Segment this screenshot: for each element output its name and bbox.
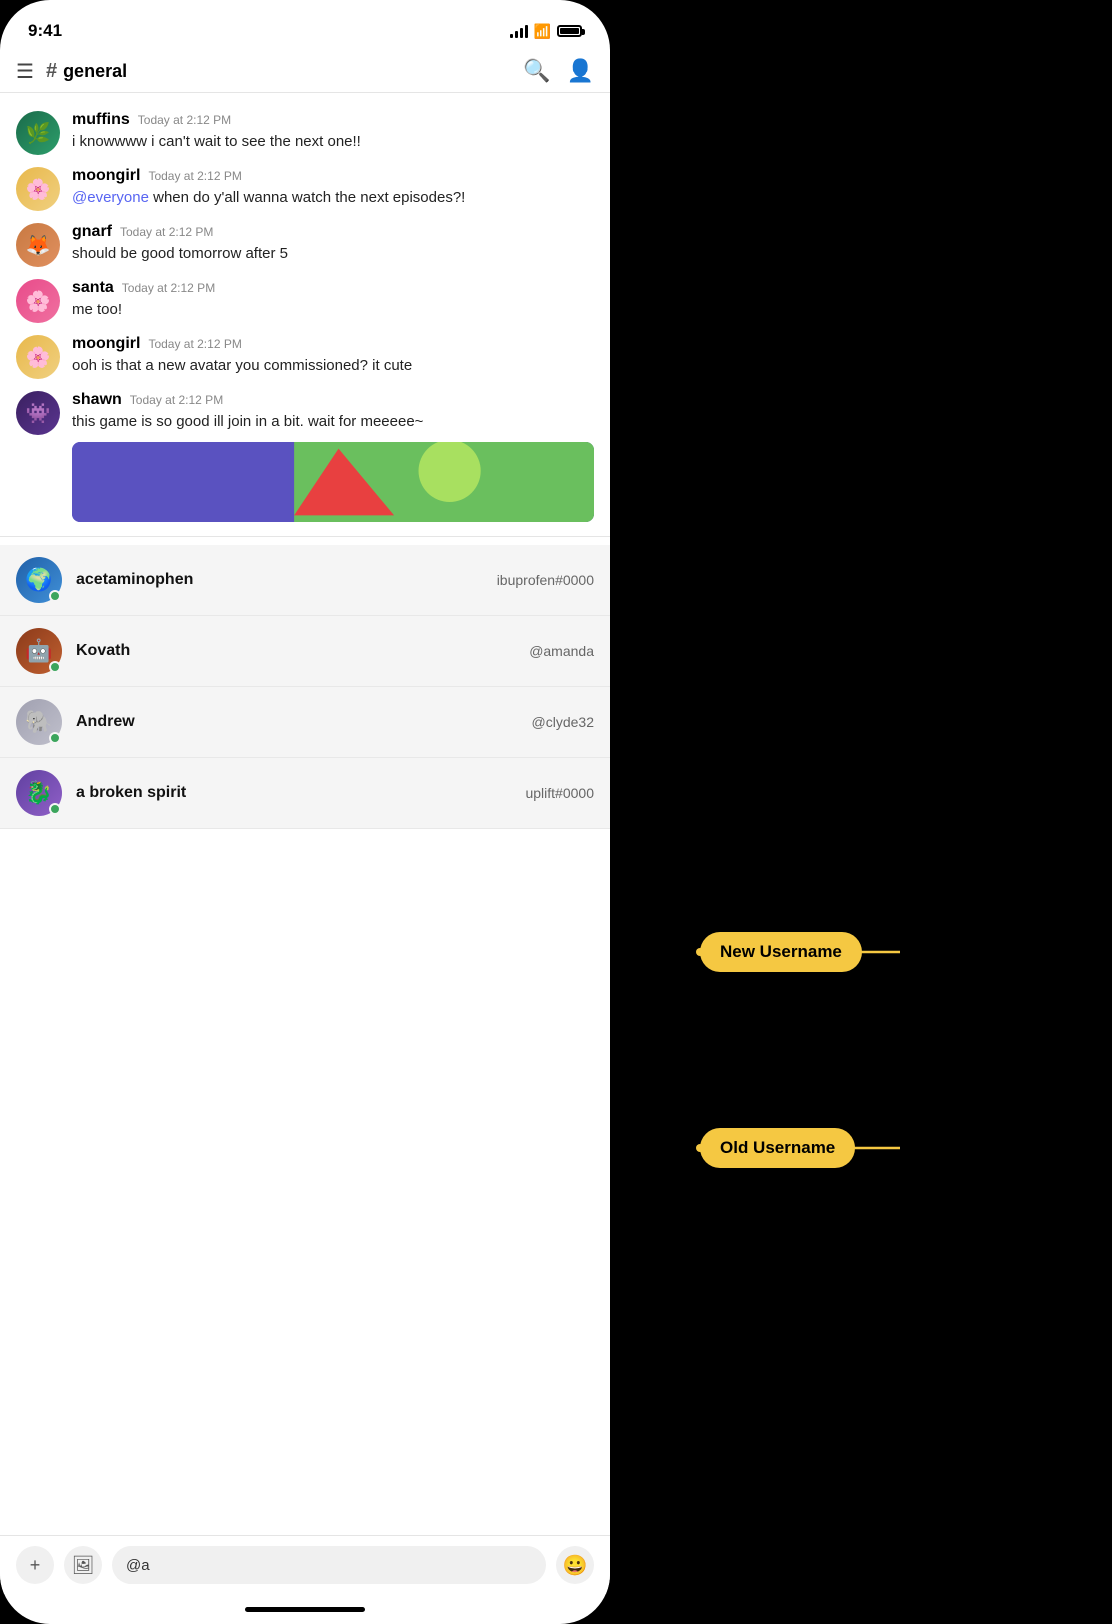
message-text: me too! <box>72 299 594 322</box>
user-avatar-container: 🌍 <box>16 557 62 603</box>
hamburger-menu-icon[interactable]: ☰ <box>16 59 34 84</box>
username: muffins <box>72 111 130 129</box>
user-display-name: acetaminophen <box>76 571 193 589</box>
hash-icon: # <box>46 60 57 83</box>
username: moongirl <box>72 335 140 353</box>
chat-area: 🌿 muffins Today at 2:12 PM i knowwww i c… <box>0 93 610 1535</box>
message-row: 🌿 muffins Today at 2:12 PM i knowwww i c… <box>0 105 610 161</box>
timestamp: Today at 2:12 PM <box>138 113 231 127</box>
message-content: moongirl Today at 2:12 PM @everyone when… <box>72 167 594 210</box>
input-placeholder: @a <box>126 1557 150 1574</box>
message-row: 🌸 moongirl Today at 2:12 PM @everyone wh… <box>0 161 610 217</box>
message-row: 👾 shawn Today at 2:12 PM this game is so… <box>0 385 610 528</box>
channel-name: general <box>63 61 127 82</box>
message-text: ooh is that a new avatar you commissione… <box>72 355 594 378</box>
home-indicator <box>0 1594 610 1624</box>
user-handle: ibuprofen#0000 <box>497 572 594 588</box>
message-input[interactable]: @a <box>112 1546 546 1584</box>
timestamp: Today at 2:12 PM <box>148 169 241 183</box>
signal-bars-icon <box>510 25 528 38</box>
message-content: shawn Today at 2:12 PM this game is so g… <box>72 391 594 522</box>
new-username-bubble: New Username <box>700 932 862 972</box>
plus-button[interactable]: + <box>16 1546 54 1584</box>
avatar: 🌿 <box>16 111 60 155</box>
message-row: 🌸 moongirl Today at 2:12 PM ooh is that … <box>0 329 610 385</box>
message-text: should be good tomorrow after 5 <box>72 243 594 266</box>
list-item[interactable]: 🐉 a broken spirit uplift#0000 <box>0 758 610 829</box>
old-username-label: Old Username <box>720 1138 835 1158</box>
channel-title: # general <box>46 60 511 83</box>
status-bar: 9:41 📶 <box>0 0 610 50</box>
username: santa <box>72 279 114 297</box>
online-indicator <box>49 803 61 815</box>
timestamp: Today at 2:12 PM <box>148 337 241 351</box>
user-avatar-container: 🐘 <box>16 699 62 745</box>
username: moongirl <box>72 167 140 185</box>
user-handle: @amanda <box>529 643 594 659</box>
message-content: muffins Today at 2:12 PM i knowwww i can… <box>72 111 594 154</box>
divider <box>0 536 610 537</box>
message-row: 🌸 santa Today at 2:12 PM me too! <box>0 273 610 329</box>
user-display-name: a broken spirit <box>76 784 186 802</box>
online-indicator <box>49 732 61 744</box>
new-username-label: New Username <box>720 942 842 962</box>
wifi-icon: 📶 <box>534 23 551 40</box>
avatar: 🦊 <box>16 223 60 267</box>
user-display-name: Kovath <box>76 642 130 660</box>
username: gnarf <box>72 223 112 241</box>
image-attachment <box>72 442 594 522</box>
avatar: 🌸 <box>16 335 60 379</box>
timestamp: Today at 2:12 PM <box>122 281 215 295</box>
timestamp: Today at 2:12 PM <box>120 225 213 239</box>
image-button[interactable]: 🖼 <box>64 1546 102 1584</box>
mention: @everyone <box>72 189 149 206</box>
list-item[interactable]: 🐘 Andrew @clyde32 <box>0 687 610 758</box>
username: shawn <box>72 391 122 409</box>
user-avatar-container: 🤖 <box>16 628 62 674</box>
timestamp: Today at 2:12 PM <box>130 393 223 407</box>
bottom-bar: + 🖼 @a 😀 <box>0 1535 610 1594</box>
image-icon: 🖼 <box>72 1555 95 1576</box>
user-handle: @clyde32 <box>532 714 594 730</box>
message-content: santa Today at 2:12 PM me too! <box>72 279 594 322</box>
avatar: 👾 <box>16 391 60 435</box>
avatar: 🌸 <box>16 167 60 211</box>
emoji-button[interactable]: 😀 <box>556 1546 594 1584</box>
home-bar <box>245 1607 365 1612</box>
list-item[interactable]: 🌍 acetaminophen ibuprofen#0000 <box>0 545 610 616</box>
plus-icon: + <box>30 1555 41 1576</box>
user-avatar-container: 🐉 <box>16 770 62 816</box>
message-text: i knowwww i can't wait to see the next o… <box>72 131 594 154</box>
online-indicator <box>49 590 61 602</box>
message-content: moongirl Today at 2:12 PM ooh is that a … <box>72 335 594 378</box>
user-display-name: Andrew <box>76 713 135 731</box>
search-icon[interactable]: 🔍 <box>523 58 550 84</box>
profile-icon[interactable]: 👤 <box>567 58 594 84</box>
old-username-bubble: Old Username <box>700 1128 855 1168</box>
avatar: 🌸 <box>16 279 60 323</box>
user-handle: uplift#0000 <box>525 785 594 801</box>
status-icons: 📶 <box>510 23 582 40</box>
message-text: @everyone when do y'all wanna watch the … <box>72 187 594 210</box>
message-row: 🦊 gnarf Today at 2:12 PM should be good … <box>0 217 610 273</box>
header-icons: 🔍 👤 <box>523 58 594 84</box>
status-time: 9:41 <box>28 21 62 41</box>
battery-icon <box>557 25 582 37</box>
old-username-annotation: Old Username <box>700 1138 920 1158</box>
new-username-annotation: New Username <box>700 942 920 962</box>
message-content: gnarf Today at 2:12 PM should be good to… <box>72 223 594 266</box>
user-list: 🌍 acetaminophen ibuprofen#0000 🤖 Kovath … <box>0 545 610 829</box>
channel-header: ☰ # general 🔍 👤 <box>0 50 610 93</box>
image-inner <box>72 442 594 522</box>
emoji-icon: 😀 <box>563 1553 588 1578</box>
online-indicator <box>49 661 61 673</box>
message-text: this game is so good ill join in a bit. … <box>72 411 594 434</box>
list-item[interactable]: 🤖 Kovath @amanda <box>0 616 610 687</box>
